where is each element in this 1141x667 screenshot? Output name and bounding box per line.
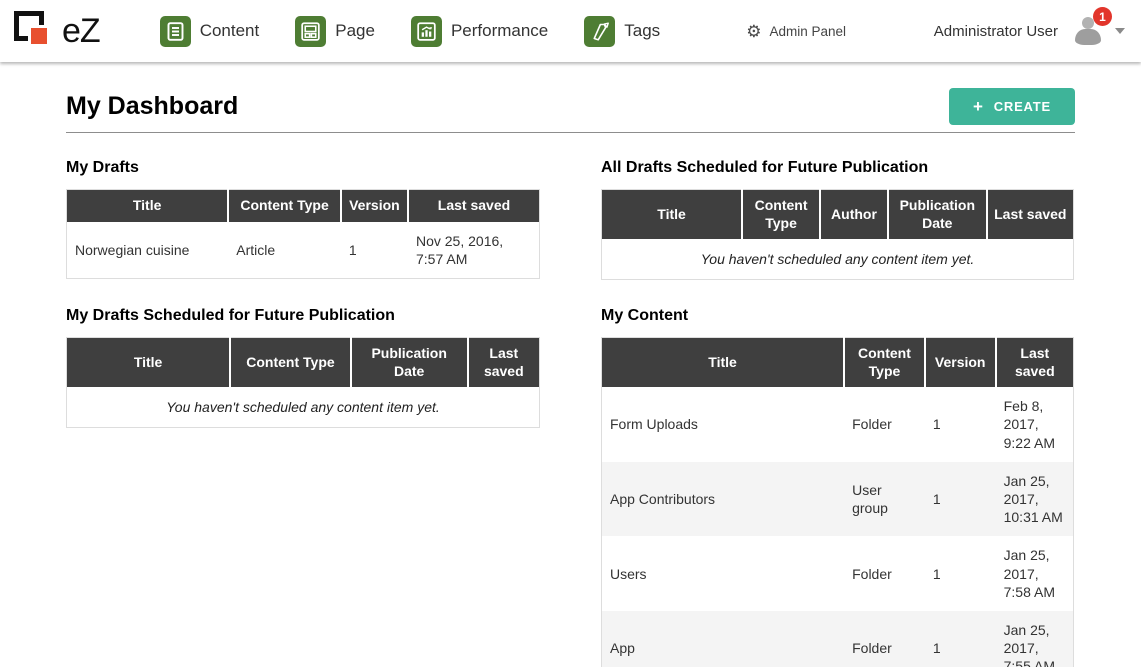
- ez-logo[interactable]: eZ: [14, 9, 100, 53]
- cell-version: 1: [925, 387, 996, 462]
- empty-state-row: You haven't scheduled any content item y…: [67, 387, 540, 428]
- cell-content-type: Folder: [844, 611, 925, 667]
- cell-content-type: Folder: [844, 387, 925, 462]
- avatar-head: [1082, 17, 1094, 29]
- empty-state-row: You haven't scheduled any content item y…: [602, 239, 1074, 280]
- cell-version: 1: [925, 536, 996, 611]
- nav-label-tags: Tags: [624, 21, 660, 41]
- logo-orange-square: [28, 25, 50, 47]
- nav-item-content[interactable]: Content: [160, 16, 260, 47]
- all-drafts-scheduled-table: Title Content Type Author Publication Da…: [601, 189, 1074, 280]
- column-header: Last saved: [996, 338, 1074, 388]
- my-content-table: Title Content Type Version Last saved Fo…: [601, 337, 1074, 667]
- column-header: Title: [67, 338, 231, 388]
- section-my-content: My Content Title Content Type Version La…: [601, 307, 1074, 667]
- my-drafts-scheduled-table: Title Content Type Publication Date Last…: [66, 337, 540, 428]
- cell-version: 1: [341, 222, 408, 279]
- user-avatar-icon: 1: [1072, 15, 1106, 47]
- table-row[interactable]: Users Folder 1 Jan 25, 2017, 7:58 AM: [602, 536, 1074, 611]
- column-header: Title: [67, 190, 229, 222]
- cell-title: App: [602, 611, 845, 667]
- admin-panel-label: Admin Panel: [769, 24, 846, 39]
- column-header: Content Type: [844, 338, 925, 388]
- section-title-my-drafts-scheduled: My Drafts Scheduled for Future Publicati…: [66, 307, 540, 325]
- column-header: Last saved: [408, 190, 540, 222]
- ez-logo-icon: [14, 9, 60, 53]
- section-title-all-drafts-scheduled: All Drafts Scheduled for Future Publicat…: [601, 159, 1074, 177]
- cell-version: 1: [925, 462, 996, 537]
- logo-text: eZ: [62, 12, 100, 51]
- column-header: Author: [820, 190, 888, 240]
- tags-icon: [584, 16, 615, 47]
- create-button[interactable]: + CREATE: [949, 88, 1075, 125]
- gear-icon: ⚙: [746, 23, 761, 40]
- admin-panel-button[interactable]: ⚙ Admin Panel: [746, 23, 846, 40]
- dashboard-main: My Dashboard + CREATE My Drafts Title Co…: [0, 62, 1141, 667]
- table-row[interactable]: App Contributors User group 1 Jan 25, 20…: [602, 462, 1074, 537]
- page-icon: [295, 16, 326, 47]
- user-name: Administrator User: [934, 23, 1058, 40]
- cell-content-type: User group: [844, 462, 925, 537]
- column-header: Content Type: [230, 338, 351, 388]
- dashboard-sections: My Drafts Title Content Type Version Las…: [66, 159, 1075, 667]
- cell-content-type: Folder: [844, 536, 925, 611]
- page-title: My Dashboard: [66, 92, 238, 121]
- chevron-down-icon: [1115, 28, 1125, 34]
- section-my-drafts: My Drafts Title Content Type Version Las…: [66, 159, 540, 279]
- empty-state-message: You haven't scheduled any content item y…: [67, 387, 540, 428]
- section-my-drafts-scheduled: My Drafts Scheduled for Future Publicati…: [66, 307, 540, 428]
- column-header: Publication Date: [351, 338, 468, 388]
- nav-item-performance[interactable]: Performance: [411, 16, 548, 47]
- my-drafts-table: Title Content Type Version Last saved No…: [66, 189, 540, 279]
- top-navigation-bar: eZ Content Page Performance Tags ⚙ Admin…: [0, 0, 1141, 62]
- section-all-drafts-scheduled: All Drafts Scheduled for Future Publicat…: [601, 159, 1074, 280]
- cell-title: Form Uploads: [602, 387, 845, 462]
- nav-item-page[interactable]: Page: [295, 16, 375, 47]
- nav-label-performance: Performance: [451, 21, 548, 41]
- column-header: Title: [602, 338, 845, 388]
- column-header: Version: [341, 190, 408, 222]
- column-header: Content Type: [228, 190, 341, 222]
- plus-icon: +: [973, 100, 984, 114]
- table-header-row: Title Content Type Version Last saved: [602, 338, 1074, 388]
- cell-content-type: Article: [228, 222, 341, 279]
- cell-title: Norwegian cuisine: [67, 222, 229, 279]
- section-title-my-content: My Content: [601, 307, 1074, 325]
- column-header: Last saved: [987, 190, 1074, 240]
- nav-item-tags[interactable]: Tags: [584, 16, 660, 47]
- section-title-my-drafts: My Drafts: [66, 159, 540, 177]
- content-icon: [160, 16, 191, 47]
- table-row[interactable]: App Folder 1 Jan 25, 2017, 7:55 AM: [602, 611, 1074, 667]
- cell-last-saved: Jan 25, 2017, 10:31 AM: [996, 462, 1074, 537]
- create-button-label: CREATE: [994, 99, 1051, 114]
- cell-last-saved: Nov 25, 2016, 7:57 AM: [408, 222, 540, 279]
- column-header: Publication Date: [888, 190, 987, 240]
- cell-title: Users: [602, 536, 845, 611]
- avatar-body: [1075, 29, 1101, 45]
- page-header: My Dashboard + CREATE: [66, 88, 1075, 133]
- performance-icon: [411, 16, 442, 47]
- column-header: Version: [925, 338, 996, 388]
- table-header-row: Title Content Type Version Last saved: [67, 190, 540, 222]
- cell-last-saved: Jan 25, 2017, 7:55 AM: [996, 611, 1074, 667]
- notification-badge[interactable]: 1: [1093, 7, 1112, 26]
- table-row[interactable]: Form Uploads Folder 1 Feb 8, 2017, 9:22 …: [602, 387, 1074, 462]
- cell-last-saved: Feb 8, 2017, 9:22 AM: [996, 387, 1074, 462]
- table-header-row: Title Content Type Publication Date Last…: [67, 338, 540, 388]
- nav-label-page: Page: [335, 21, 375, 41]
- column-header: Last saved: [468, 338, 540, 388]
- table-row[interactable]: Norwegian cuisine Article 1 Nov 25, 2016…: [67, 222, 540, 279]
- nav-label-content: Content: [200, 21, 260, 41]
- cell-version: 1: [925, 611, 996, 667]
- column-header: Content Type: [742, 190, 820, 240]
- user-menu[interactable]: Administrator User 1: [934, 15, 1125, 47]
- cell-title: App Contributors: [602, 462, 845, 537]
- column-header: Title: [602, 190, 743, 240]
- table-header-row: Title Content Type Author Publication Da…: [602, 190, 1074, 240]
- cell-last-saved: Jan 25, 2017, 7:58 AM: [996, 536, 1074, 611]
- empty-state-message: You haven't scheduled any content item y…: [602, 239, 1074, 280]
